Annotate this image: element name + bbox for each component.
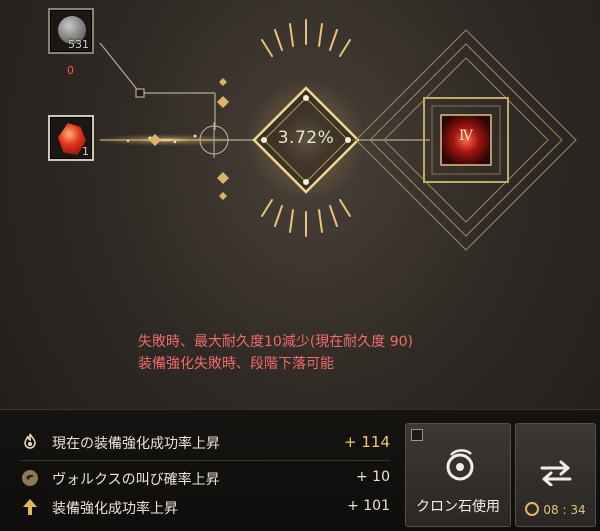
stat-label-volks: ヴォルクスの叫び確率上昇 [52, 472, 220, 488]
crystal-count: 1 [82, 145, 89, 158]
cron-stone-checkbox[interactable] [411, 429, 423, 441]
flame-icon [24, 433, 36, 449]
stat-row-enhance: 装備強化成功率上昇 + 101 [20, 496, 390, 520]
material-slot[interactable]: 531 [48, 8, 94, 54]
stat-divider [20, 460, 390, 461]
volks-icon [22, 470, 38, 486]
use-cron-stone-button[interactable]: クロン石使用 [405, 423, 511, 527]
target-ring [196, 122, 232, 158]
stat-label-current: 現在の装備強化成功率上昇 [52, 436, 220, 452]
cron-stone-icon [446, 449, 474, 481]
stat-row-volks: ヴォルクスの叫び確率上昇 + 10 [20, 467, 390, 491]
warning-downgrade: 装備強化失敗時、段階下落可能 [138, 356, 334, 372]
stat-value-volks: + 10 [356, 469, 390, 485]
warning-durability: 失敗時、最大耐久度10減少(現在耐久度 90) [138, 334, 414, 350]
target-grade-label: Ⅳ [459, 128, 473, 144]
crystal-slot[interactable]: 1 [48, 115, 94, 161]
swap-arrows-icon [540, 460, 572, 486]
timer-text: 08 : 34 [543, 503, 586, 517]
swap-button[interactable]: 08 : 34 [515, 423, 596, 527]
stat-label-enhance: 装備強化成功率上昇 [52, 501, 178, 517]
material-needed: 0 [67, 64, 74, 77]
stat-value-enhance: + 101 [347, 498, 390, 514]
success-rate: 3.72% [277, 128, 335, 148]
timer-icon [525, 502, 540, 516]
material-count: 531 [68, 38, 89, 51]
arrow-up-icon [23, 499, 37, 515]
stat-row-current: 現在の装備強化成功率上昇 + 114 [20, 431, 390, 455]
stat-value-current: + 114 [344, 433, 390, 451]
swap-timer: 08 : 34 [516, 502, 595, 517]
cron-stone-label: クロン石使用 [416, 499, 500, 515]
